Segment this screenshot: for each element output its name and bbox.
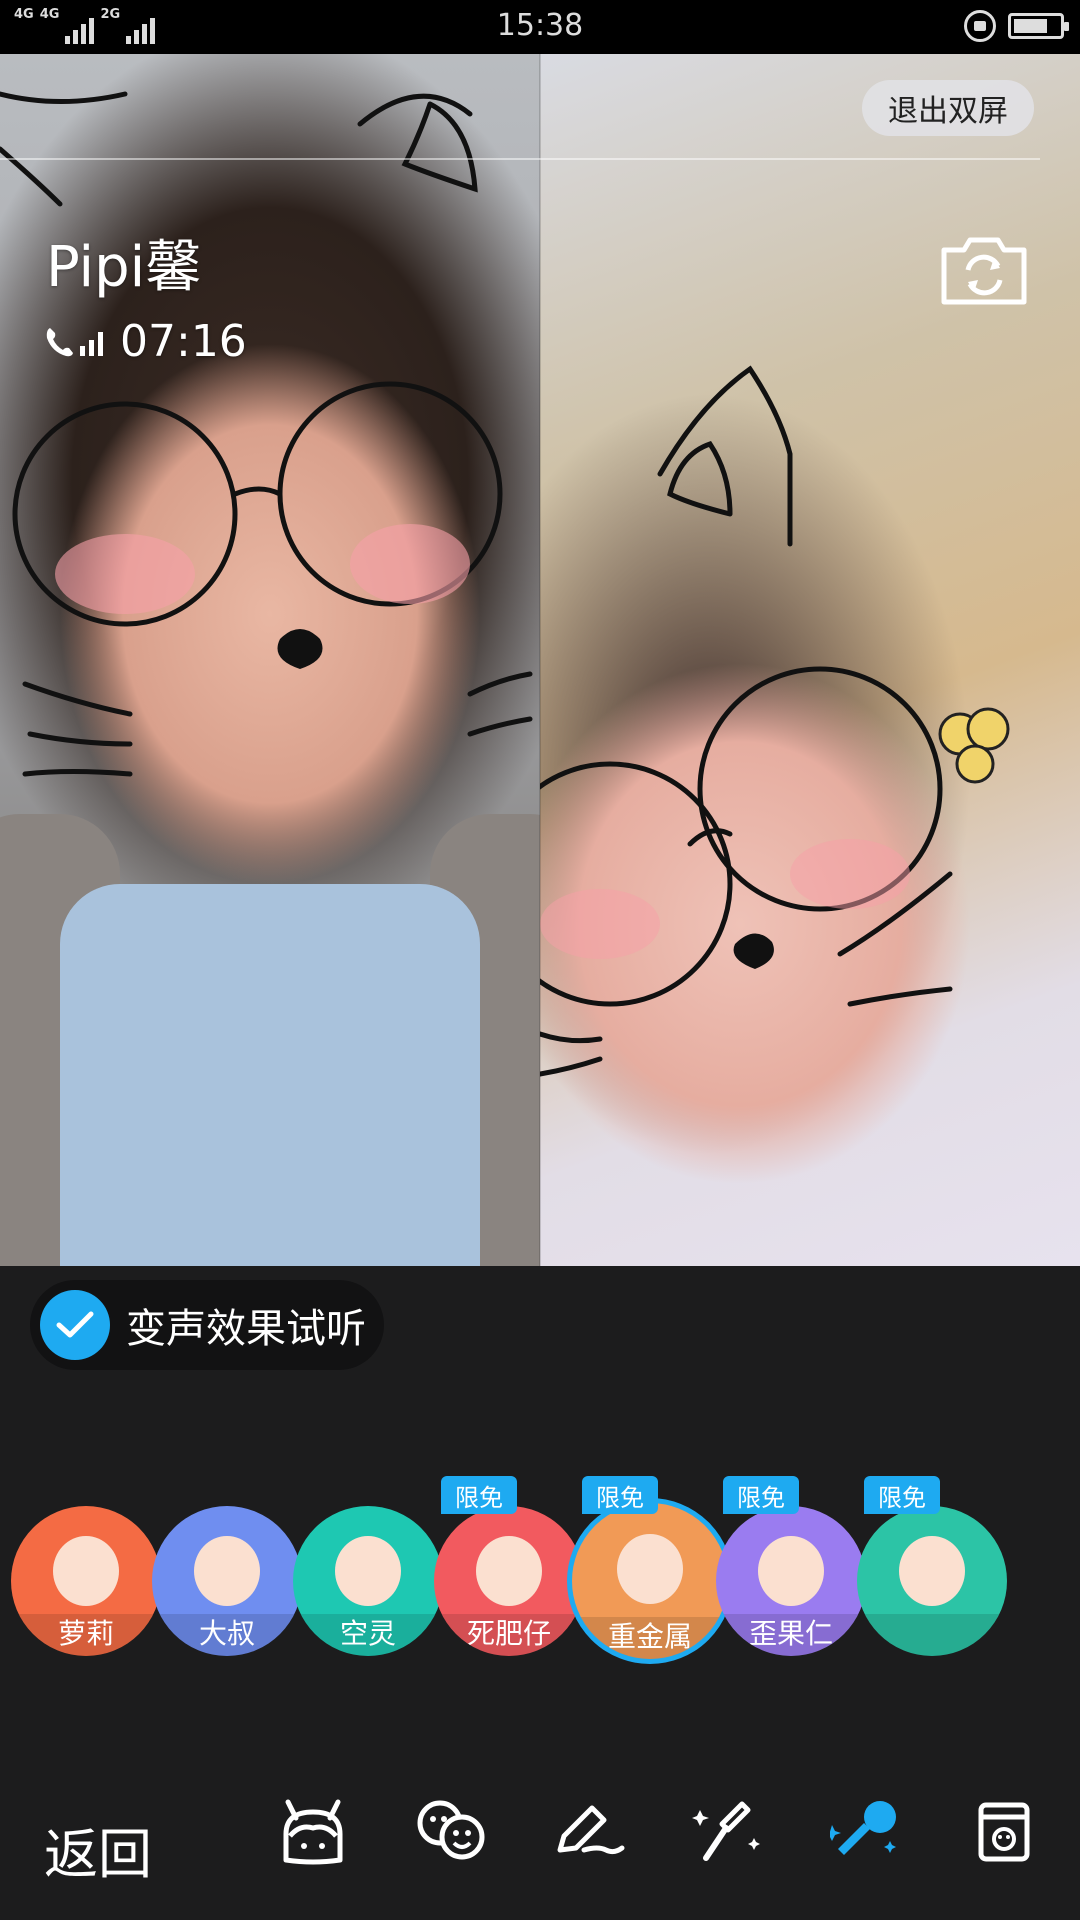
exit-dual-screen-button[interactable]: 退出双屏 <box>862 80 1034 136</box>
status-time: 15:38 <box>496 8 584 43</box>
status-icons <box>964 10 1069 42</box>
voice-name: 大叔 <box>198 1617 255 1650</box>
voice-avatar: 萝莉 <box>11 1506 161 1656</box>
character-face-icon <box>194 1536 260 1606</box>
caller-name: Pipi馨 <box>46 235 202 300</box>
graffiti-pen-icon <box>557 1805 625 1855</box>
voice-effect-item[interactable]: 限免 <box>846 1476 1018 1676</box>
rotation-lock-icon <box>964 10 996 42</box>
beauty-tool-button[interactable] <box>688 1790 768 1870</box>
voice-avatar: 空灵 <box>293 1506 443 1656</box>
header-divider <box>0 158 1040 160</box>
voice-change-tool-button[interactable] <box>826 1790 906 1870</box>
voice-name: 萝莉 <box>57 1617 114 1650</box>
status-bar: 4G 4G 2G 15:38 <box>0 0 1080 54</box>
face-sticker-icon <box>417 1800 485 1860</box>
voice-effect-list[interactable]: 萝莉 大叔 空灵 死肥仔 限免 重金属 限免 歪果仁 限免 限免 <box>0 1476 1080 1676</box>
remote-video-pane[interactable]: Pipi馨 07:16 <box>0 54 540 1266</box>
call-info: 07:16 <box>44 316 247 367</box>
character-face-icon <box>617 1534 683 1605</box>
call-signal-icon <box>46 327 103 356</box>
bottom-toolbar: 返回 <box>0 1750 1080 1920</box>
name-band <box>857 1614 1007 1656</box>
call-duration: 07:16 <box>120 316 247 367</box>
switch-camera-icon[interactable] <box>938 232 1030 308</box>
voice-avatar <box>857 1506 1007 1656</box>
character-face-icon <box>899 1536 965 1606</box>
pane-divider <box>539 54 541 1266</box>
character-face-icon <box>758 1536 824 1606</box>
voice-name: 死肥仔 <box>466 1617 551 1650</box>
battery-icon <box>1008 13 1069 39</box>
character-face-icon <box>476 1536 542 1606</box>
voice-change-icon <box>830 1801 896 1855</box>
video-call-area: Pipi馨 07:16 退出双屏 <box>0 54 1080 1266</box>
free-badge: 限免 <box>723 1476 799 1514</box>
card-icon <box>978 1802 1030 1862</box>
pendant-icon <box>283 1799 343 1865</box>
free-badge: 限免 <box>582 1476 658 1514</box>
voice-name: 空灵 <box>339 1617 396 1650</box>
free-badge: 限免 <box>864 1476 940 1514</box>
graffiti-tool-button[interactable] <box>550 1790 630 1870</box>
checkmark-icon[interactable] <box>40 1290 110 1360</box>
character-face-icon <box>53 1536 119 1606</box>
card-tool-button[interactable] <box>964 1790 1044 1870</box>
beauty-wand-icon <box>692 1801 760 1861</box>
character-face-icon <box>335 1536 401 1606</box>
voice-preview-toggle[interactable]: 变声效果试听 <box>30 1280 384 1370</box>
pendant-tool-button[interactable] <box>273 1790 353 1870</box>
voice-preview-label: 变声效果试听 <box>126 1306 366 1352</box>
voice-avatar: 大叔 <box>152 1506 302 1656</box>
free-badge: 限免 <box>441 1476 517 1514</box>
voice-avatar: 死肥仔 <box>434 1506 584 1656</box>
voice-name: 歪果仁 <box>748 1617 833 1650</box>
voice-avatar: 歪果仁 <box>716 1506 866 1656</box>
face-sticker-tool-button[interactable] <box>412 1790 492 1870</box>
back-button[interactable]: 返回 <box>44 1810 152 1889</box>
